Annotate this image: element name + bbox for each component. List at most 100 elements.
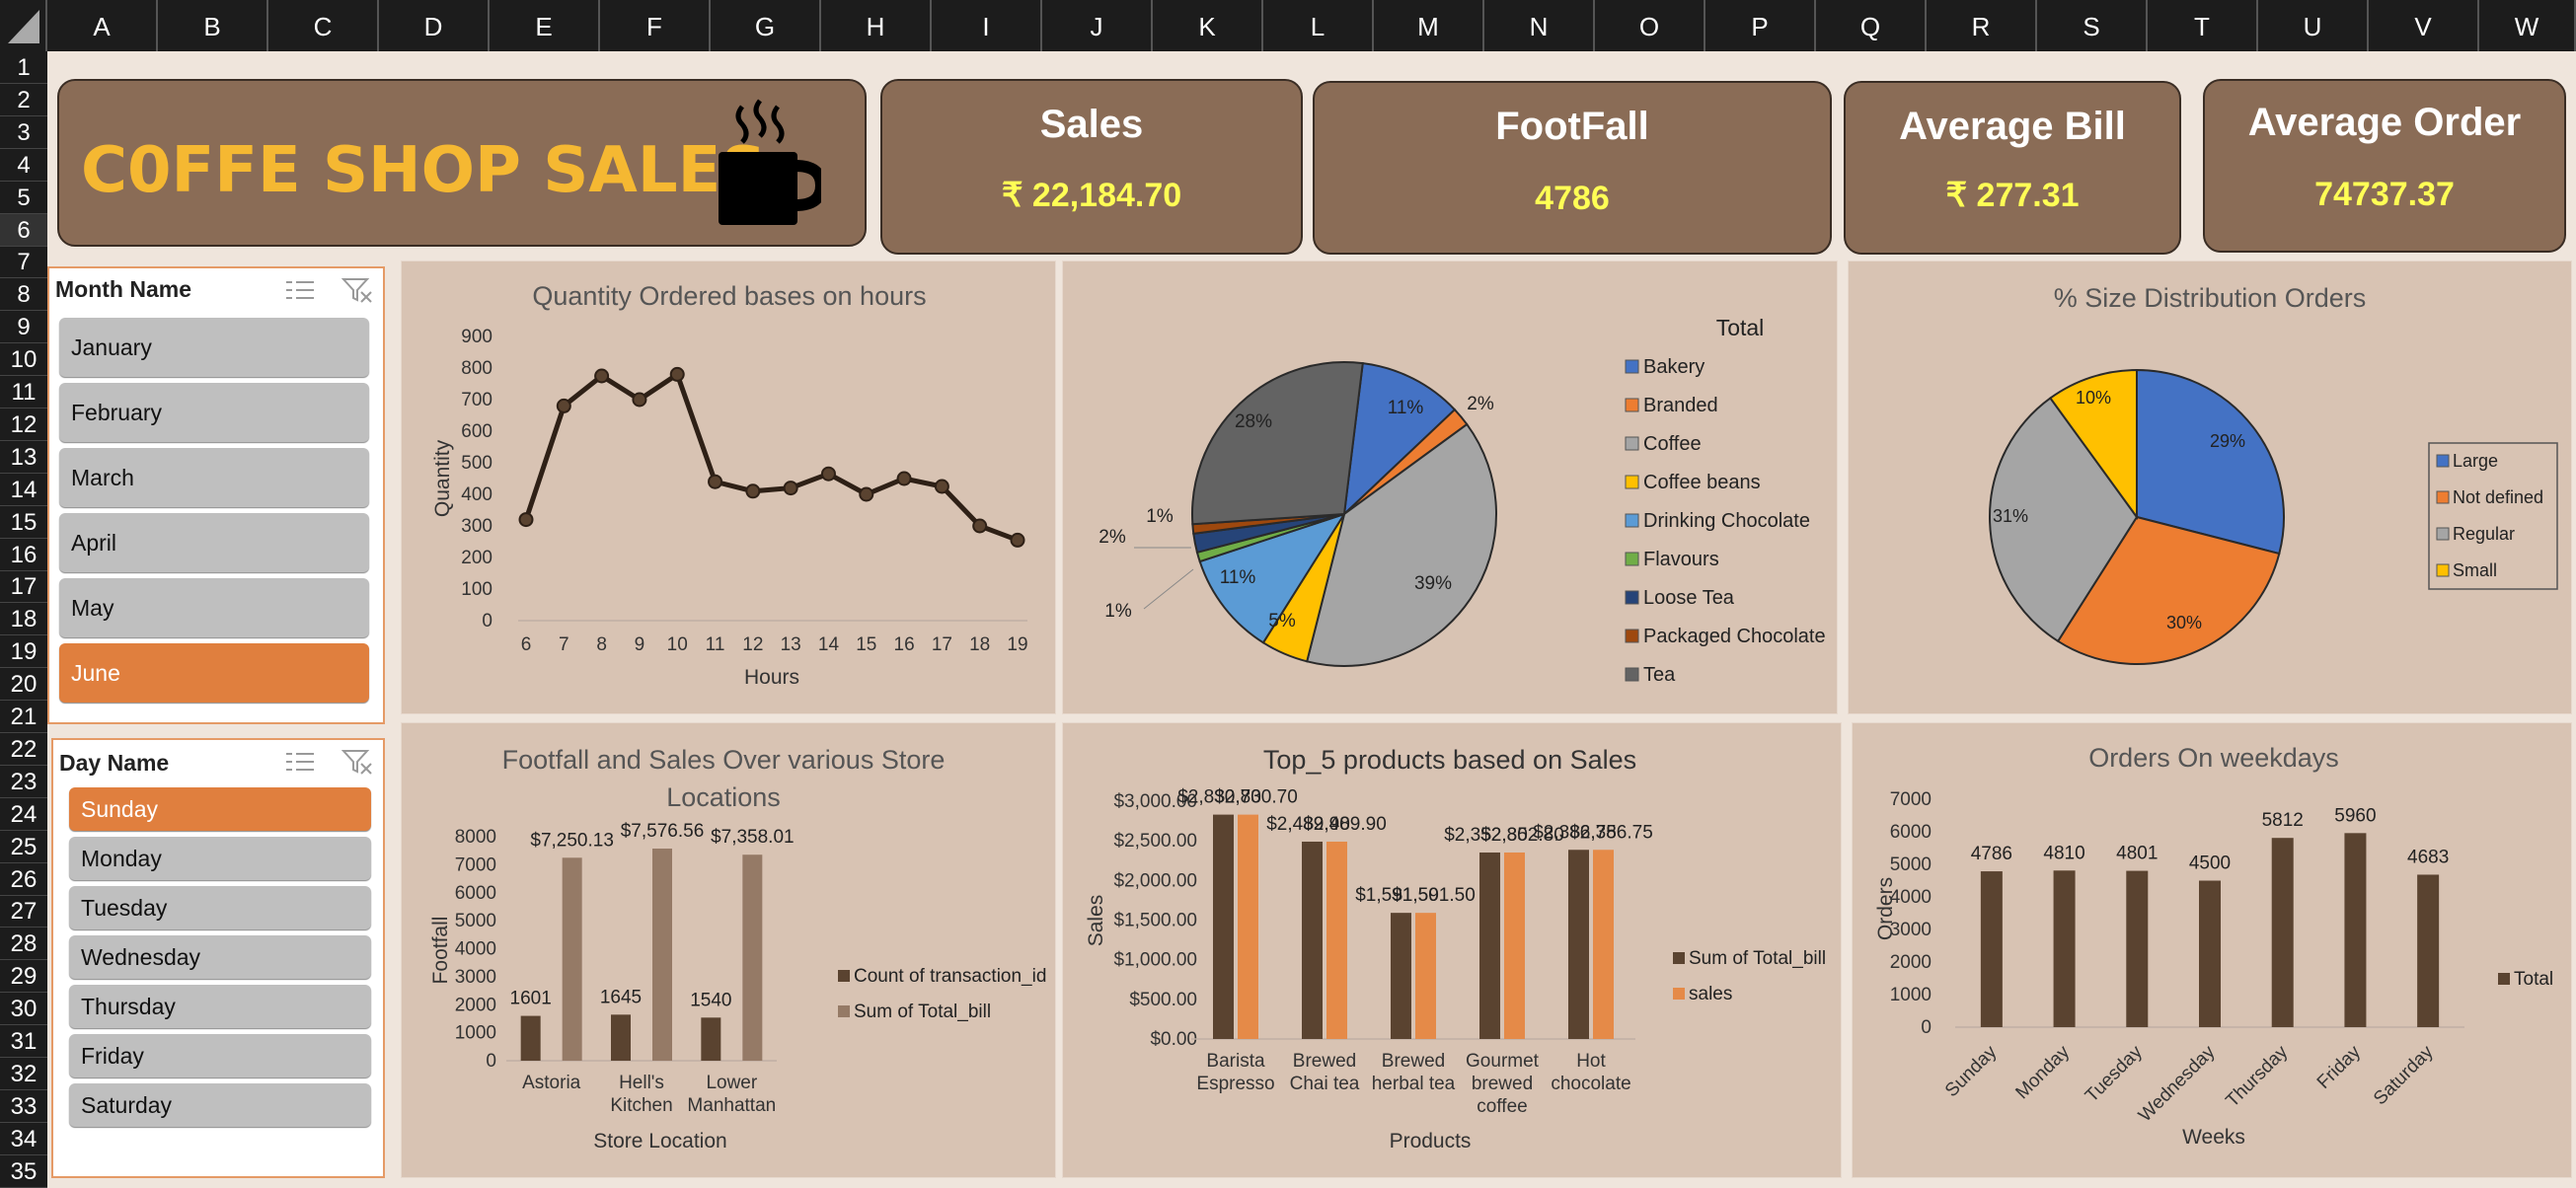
- row-header-5[interactable]: 5: [0, 182, 47, 214]
- column-header-h[interactable]: H: [821, 0, 932, 51]
- y-tick-label: 4000: [455, 939, 496, 960]
- row-header-22[interactable]: 22: [0, 733, 47, 766]
- slicer-item-saturday[interactable]: Saturday: [69, 1083, 371, 1127]
- row-header-18[interactable]: 18: [0, 603, 47, 636]
- row-header-19[interactable]: 19: [0, 635, 47, 669]
- row-header-3[interactable]: 3: [0, 116, 47, 149]
- column-header-u[interactable]: U: [2258, 0, 2369, 51]
- clear-filter-icon[interactable]: [341, 276, 373, 304]
- row-header-29[interactable]: 29: [0, 960, 47, 994]
- column-header-g[interactable]: G: [711, 0, 821, 51]
- row-header-24[interactable]: 24: [0, 798, 47, 831]
- column-header-l[interactable]: L: [1263, 0, 1374, 51]
- row-header-4[interactable]: 4: [0, 149, 47, 182]
- row-header-23[interactable]: 23: [0, 766, 47, 798]
- clear-filter-icon[interactable]: [341, 748, 373, 776]
- y-axis-title: Orders: [1874, 877, 1897, 940]
- slicer-item-january[interactable]: January: [59, 318, 369, 377]
- legend-label: Sum of Total_bill: [1689, 948, 1826, 969]
- slicer-item-march[interactable]: March: [59, 448, 369, 507]
- column-header-s[interactable]: S: [2037, 0, 2148, 51]
- row-header-2[interactable]: 2: [0, 84, 47, 116]
- column-header-o[interactable]: O: [1595, 0, 1705, 51]
- column-header-r[interactable]: R: [1927, 0, 2037, 51]
- row-header-17[interactable]: 17: [0, 570, 47, 604]
- row-header-14[interactable]: 14: [0, 474, 47, 506]
- row-header-12[interactable]: 12: [0, 408, 47, 441]
- column-header-w[interactable]: W: [2479, 0, 2576, 51]
- row-header-32[interactable]: 32: [0, 1058, 47, 1090]
- row-header-1[interactable]: 1: [0, 51, 47, 84]
- multi-select-icon[interactable]: [284, 748, 316, 776]
- y-tick-label: 300: [461, 516, 492, 537]
- row-header-20[interactable]: 20: [0, 668, 47, 702]
- column-header-q[interactable]: Q: [1816, 0, 1927, 51]
- column-header-j[interactable]: J: [1042, 0, 1153, 51]
- row-header-7[interactable]: 7: [0, 246, 47, 279]
- row-header-13[interactable]: 13: [0, 441, 47, 474]
- row-header-34[interactable]: 34: [0, 1123, 47, 1155]
- slicer-item-sunday[interactable]: Sunday: [69, 787, 371, 831]
- slicer-item-february[interactable]: February: [59, 383, 369, 442]
- x-tick-label: Lower: [706, 1073, 757, 1093]
- x-axis-title: Hours: [744, 666, 799, 689]
- x-tick-label: 14: [818, 634, 840, 655]
- row-header-26[interactable]: 26: [0, 863, 47, 896]
- day-slicer: Day Name Sunday Monday Tuesday Wednesday Thu…: [51, 738, 385, 1178]
- row-header-33[interactable]: 33: [0, 1090, 47, 1123]
- slicer-item-june[interactable]: June: [59, 643, 369, 703]
- column-header-m[interactable]: M: [1374, 0, 1484, 51]
- select-all-corner[interactable]: [0, 0, 47, 51]
- bar: [742, 854, 763, 1061]
- bar: [1568, 850, 1589, 1039]
- slicer-item-wednesday[interactable]: Wednesday: [69, 935, 371, 979]
- column-header-n[interactable]: N: [1484, 0, 1595, 51]
- x-tick-label: Friday: [2313, 1041, 2366, 1093]
- row-header-16[interactable]: 16: [0, 539, 47, 571]
- row-header-9[interactable]: 9: [0, 311, 47, 344]
- slicer-item-friday[interactable]: Friday: [69, 1034, 371, 1077]
- column-header-k[interactable]: K: [1153, 0, 1263, 51]
- legend-swatch: [2436, 454, 2450, 468]
- row-header-6[interactable]: 6: [0, 213, 47, 247]
- data-point: [1010, 532, 1025, 548]
- row-header-31[interactable]: 31: [0, 1025, 47, 1058]
- multi-select-icon[interactable]: [284, 276, 316, 304]
- column-header-d[interactable]: D: [379, 0, 490, 51]
- data-point: [934, 479, 949, 494]
- kpi-sales-label: Sales: [1039, 103, 1144, 146]
- row-header-15[interactable]: 15: [0, 506, 47, 539]
- slicer-item-thursday[interactable]: Thursday: [69, 985, 371, 1028]
- column-header-i[interactable]: I: [932, 0, 1042, 51]
- bar: [1980, 871, 2003, 1027]
- slicer-item-monday[interactable]: Monday: [69, 837, 371, 880]
- legend-swatch: [1625, 398, 1639, 412]
- column-header-p[interactable]: P: [1705, 0, 1816, 51]
- x-tick-label: brewed: [1472, 1074, 1533, 1094]
- column-header-e[interactable]: E: [490, 0, 600, 51]
- slicer-item-may[interactable]: May: [59, 578, 369, 637]
- column-header-a[interactable]: A: [47, 0, 158, 51]
- kpi-average-order-card: Average Order 74737.37: [2203, 79, 2566, 253]
- column-header-t[interactable]: T: [2148, 0, 2258, 51]
- legend-swatch: [1625, 513, 1639, 528]
- x-tick-label: Brewed: [1293, 1051, 1356, 1072]
- slicer-item-april[interactable]: April: [59, 513, 369, 572]
- slicer-item-tuesday[interactable]: Tuesday: [69, 886, 371, 929]
- row-header-25[interactable]: 25: [0, 831, 47, 863]
- row-header-10[interactable]: 10: [0, 343, 47, 377]
- row-header-11[interactable]: 11: [0, 376, 47, 408]
- y-tick-label: 1000: [1890, 985, 1932, 1005]
- row-header-27[interactable]: 27: [0, 895, 47, 928]
- column-header-c[interactable]: C: [268, 0, 379, 51]
- column-header-f[interactable]: F: [600, 0, 711, 51]
- row-header-28[interactable]: 28: [0, 928, 47, 961]
- column-header-v[interactable]: V: [2369, 0, 2479, 51]
- column-header-b[interactable]: B: [158, 0, 268, 51]
- row-header-30[interactable]: 30: [0, 993, 47, 1026]
- pie-data-label: 11%: [1220, 567, 1256, 588]
- pie-data-label: 39%: [1414, 573, 1452, 594]
- row-header-35[interactable]: 35: [0, 1155, 47, 1188]
- row-header-8[interactable]: 8: [0, 278, 47, 312]
- row-header-21[interactable]: 21: [0, 701, 47, 733]
